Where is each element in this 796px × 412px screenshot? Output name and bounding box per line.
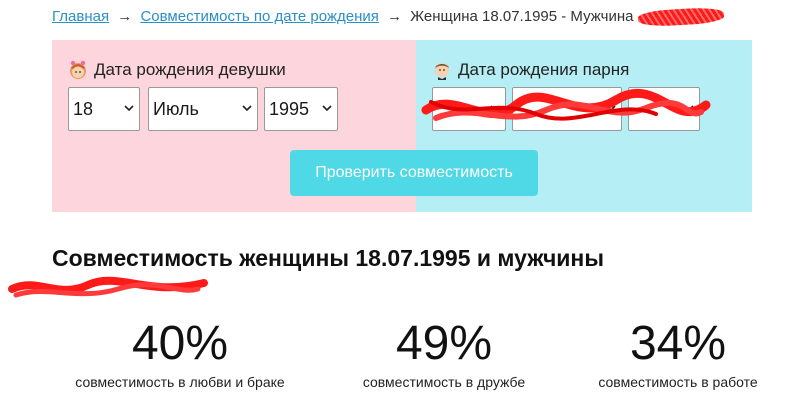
girl-day-select[interactable]: 18 (68, 87, 140, 131)
girl-year-value: 1995 (269, 98, 310, 119)
breadcrumb-current: Женщина 18.07.1995 - Мужчина (410, 8, 634, 25)
girl-face-icon (70, 60, 86, 79)
girl-year-select[interactable]: 1995 (264, 87, 338, 131)
girl-month-value: Июль (153, 98, 199, 119)
boy-birthdate-label-text: Дата рождения парня (458, 60, 630, 79)
stat-work: 34% совместимость в работе (568, 316, 788, 390)
boy-face-icon (435, 63, 449, 80)
breadcrumb-section-link[interactable]: Совместимость по дате рождения (140, 8, 378, 25)
girl-birthdate-label-text: Дата рождения девушки (94, 60, 286, 79)
breadcrumb: Главная → Совместимость по дате рождения… (52, 6, 724, 28)
chevron-down-icon (242, 105, 252, 112)
chevron-down-icon (322, 105, 332, 112)
boy-birthdate-label: Дата рождения парня (432, 60, 629, 80)
redaction-scribble (637, 6, 724, 28)
chevron-down-icon (124, 105, 134, 112)
stat-friendship: 49% совместимость в дружбе (324, 316, 564, 390)
girl-month-select[interactable]: Июль (148, 87, 258, 131)
girl-day-value: 18 (73, 98, 94, 119)
breadcrumb-arrow: → (387, 8, 403, 25)
birthdate-form: Дата рождения девушки 18 Июль 1995 Дата (52, 40, 752, 212)
stat-friendship-value: 49% (395, 317, 493, 370)
stat-friendship-caption: совместимость в дружбе (362, 374, 526, 390)
girl-birthdate-label: Дата рождения девушки (68, 60, 286, 80)
breadcrumb-home-link[interactable]: Главная (52, 8, 109, 25)
breadcrumb-arrow: → (117, 8, 133, 25)
stat-love-caption: совместимость в любви и браке (75, 374, 285, 390)
check-compatibility-button[interactable]: Проверить совместимость (290, 150, 538, 196)
stat-love: 40% совместимость в любви и браке (50, 316, 310, 390)
stat-work-caption: совместимость в работе (598, 374, 758, 390)
stat-work-value: 34% (629, 317, 727, 370)
redaction-scribble (8, 276, 208, 298)
stat-love-value: 40% (131, 317, 229, 370)
page-title: Совместимость женщины 18.07.1995 и мужчи… (52, 245, 604, 271)
redaction-scribble (421, 89, 711, 121)
